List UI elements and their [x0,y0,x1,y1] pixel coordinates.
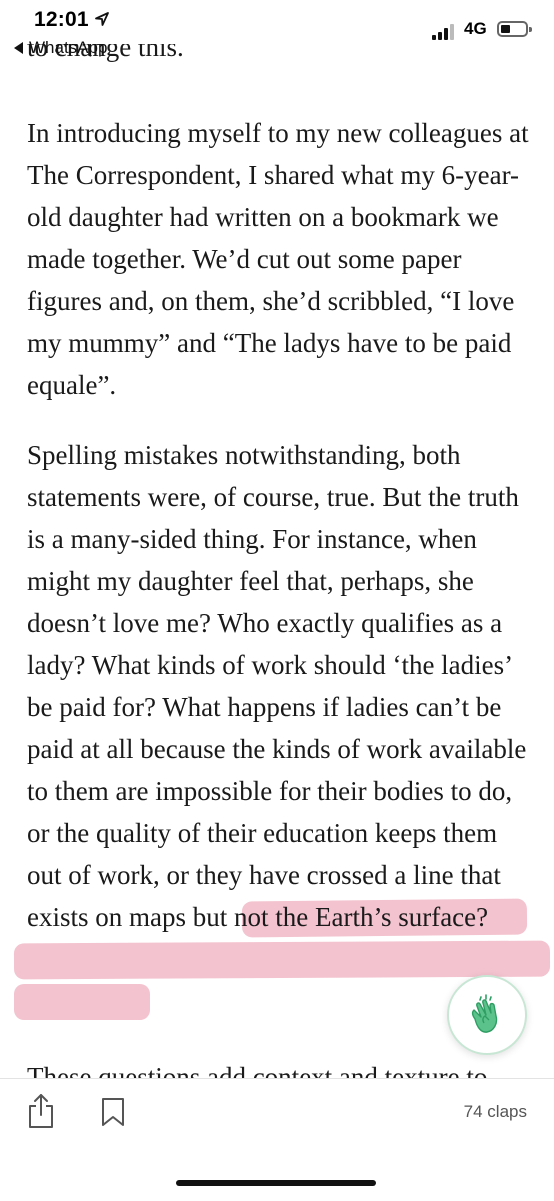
share-icon[interactable] [27,1093,55,1129]
battery-icon [497,21,532,37]
back-to-app-link[interactable]: WhatsApp [14,38,107,58]
clap-hands-icon [471,994,498,1033]
location-arrow-icon [95,12,109,26]
article-body: to change this. In introducing myself to… [0,0,554,1078]
network-type: 4G [464,19,487,38]
back-app-label: WhatsApp [29,38,108,57]
paragraph-2: Spelling mistakes notwithstanding, both … [27,440,527,932]
paragraph-3: These questions add context and texture … [27,1062,488,1078]
highlight-mark [14,984,150,1020]
claps-count[interactable]: 74 claps [464,1102,527,1122]
clap-button[interactable] [447,975,527,1055]
highlight-mark [13,940,551,980]
paragraph-1: In introducing myself to my new colleagu… [27,118,529,400]
status-time: 12:01 [34,8,89,31]
home-indicator[interactable] [176,1180,376,1186]
back-triangle-icon [14,42,23,54]
status-bar: 12:01 WhatsApp 4G [0,0,554,64]
bookmark-icon[interactable] [101,1097,125,1127]
signal-icon [432,24,458,40]
bottom-toolbar: 74 claps [0,1078,554,1201]
